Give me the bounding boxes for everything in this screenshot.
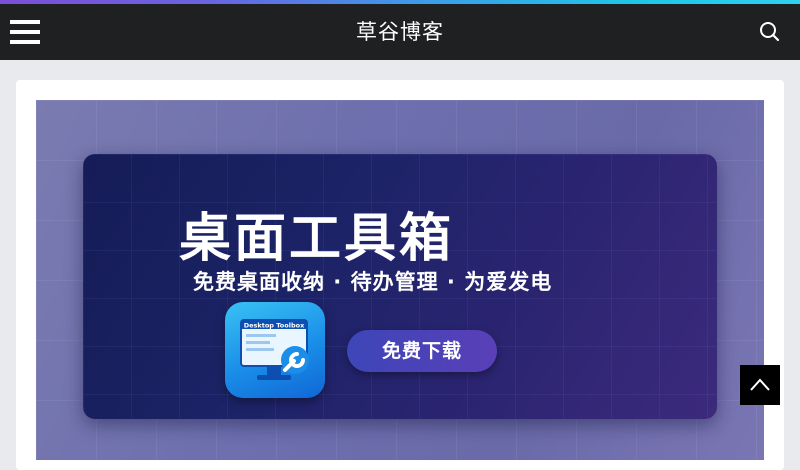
chevron-up-icon [750, 378, 770, 391]
site-header: 草谷博客 [0, 4, 800, 60]
promo-banner[interactable]: 桌面工具箱 免费桌面收纳 · 待办管理 · 为爱发电 Desktop Toolb… [36, 100, 764, 460]
promo-title: 桌面工具箱 [179, 209, 455, 269]
app-icon-label: Desktop Toolbox [244, 322, 305, 330]
search-icon[interactable] [758, 20, 782, 44]
promo-panel: 桌面工具箱 免费桌面收纳 · 待办管理 · 为爱发电 Desktop Toolb… [83, 154, 717, 419]
free-download-button[interactable]: 免费下载 [347, 330, 497, 372]
back-to-top-button[interactable] [740, 365, 780, 405]
site-title[interactable]: 草谷博客 [0, 4, 800, 60]
desktop-toolbox-app-icon: Desktop Toolbox [225, 302, 325, 398]
monitor-wrench-icon: Desktop Toolbox [240, 319, 309, 380]
promo-subtitle: 免费桌面收纳 · 待办管理 · 为爱发电 [193, 270, 553, 294]
hamburger-menu-icon[interactable] [10, 20, 40, 44]
